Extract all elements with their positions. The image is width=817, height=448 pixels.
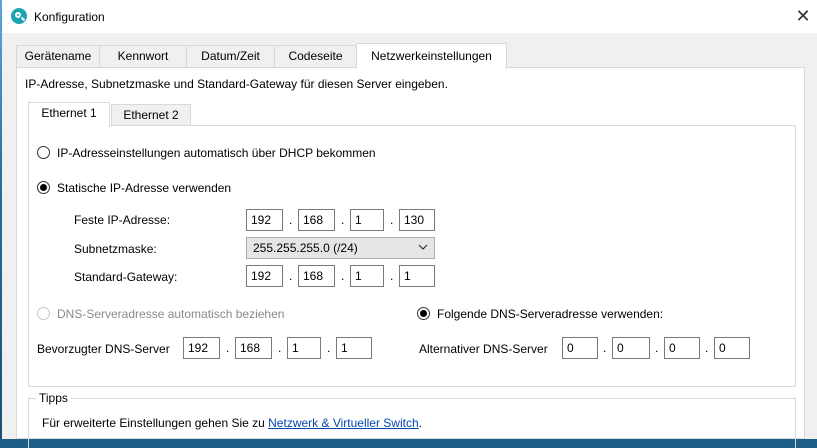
subnet-label: Subnetzmaske:	[74, 242, 157, 256]
preferred-dns-label: Bevorzugter DNS-Server	[37, 342, 170, 356]
app-logo-icon	[11, 8, 27, 24]
title-bar: Konfiguration ✕	[2, 0, 817, 33]
tab-codeseite[interactable]: Codeseite	[274, 45, 357, 67]
dns-auto-radio[interactable]	[37, 307, 50, 320]
tips-text-suffix: .	[418, 416, 422, 430]
separator-dot: .	[327, 341, 331, 355]
tips-title: Tipps	[36, 391, 71, 405]
preferred-dns-octet-2[interactable]: 168	[235, 337, 272, 359]
tips-text-prefix: Für erweiterte Einstellungen gehen Sie z…	[42, 416, 269, 430]
dns-manual-radio[interactable]	[417, 307, 430, 320]
static-ip-label: Statische IP-Adresse verwenden	[57, 181, 232, 195]
alternate-dns-octet-3[interactable]: 0	[664, 337, 700, 359]
alternate-dns-octet-1[interactable]: 0	[562, 337, 598, 359]
dns-auto-label: DNS-Serveradresse automatisch beziehen	[57, 307, 285, 321]
gateway-octet-4[interactable]: 1	[399, 265, 435, 287]
separator-dot: .	[603, 341, 607, 355]
fixed-ip-octet-3[interactable]: 1	[350, 209, 384, 231]
separator-dot: .	[289, 269, 293, 283]
subnet-value: 255.255.255.0 (/24)	[253, 241, 358, 255]
tab-geraetename[interactable]: Gerätename	[16, 45, 100, 67]
chevron-down-icon	[418, 244, 428, 250]
alternate-dns-octet-4[interactable]: 0	[714, 337, 750, 359]
dhcp-radio[interactable]	[37, 146, 50, 159]
alternate-dns-label: Alternativer DNS-Server	[419, 342, 548, 356]
separator-dot: .	[390, 269, 394, 283]
separator-dot: .	[390, 213, 394, 227]
preferred-dns-octet-1[interactable]: 192	[183, 337, 220, 359]
dhcp-label: IP-Adresseinstellungen automatisch über …	[57, 146, 376, 160]
tips-text: Für erweiterte Einstellungen gehen Sie z…	[42, 416, 422, 430]
close-icon[interactable]: ✕	[791, 4, 815, 28]
dns-manual-label: Folgende DNS-Serveradresse verwenden:	[437, 307, 664, 321]
separator-dot: .	[705, 341, 709, 355]
static-ip-radio[interactable]	[37, 181, 50, 194]
gateway-octet-3[interactable]: 1	[350, 265, 384, 287]
fixed-ip-octet-4[interactable]: 130	[399, 209, 435, 231]
panel-description: IP-Adresse, Subnetzmaske und Standard-Ga…	[25, 77, 448, 91]
separator-dot: .	[226, 341, 230, 355]
preferred-dns-octet-3[interactable]: 1	[287, 337, 321, 359]
gateway-octet-2[interactable]: 168	[298, 265, 335, 287]
configuration-dialog: Konfiguration ✕ Gerätename Kennwort Datu…	[2, 0, 817, 448]
subnet-select[interactable]: 255.255.255.0 (/24)	[246, 237, 435, 259]
separator-dot: .	[341, 269, 345, 283]
tab-ethernet-2[interactable]: Ethernet 2	[111, 104, 191, 126]
tab-ethernet-1[interactable]: Ethernet 1	[28, 102, 110, 127]
alternate-dns-octet-2[interactable]: 0	[612, 337, 650, 359]
separator-dot: .	[655, 341, 659, 355]
preferred-dns-octet-4[interactable]: 1	[336, 337, 372, 359]
tab-kennwort[interactable]: Kennwort	[99, 45, 187, 67]
tab-datum-zeit[interactable]: Datum/Zeit	[186, 45, 275, 67]
window-title: Konfiguration	[34, 10, 105, 24]
tab-netzwerkeinstellungen[interactable]: Netzwerkeinstellungen	[356, 43, 507, 69]
separator-dot: .	[278, 341, 282, 355]
separator-dot: .	[289, 213, 293, 227]
fixed-ip-label: Feste IP-Adresse:	[74, 213, 171, 227]
fixed-ip-octet-1[interactable]: 192	[246, 209, 283, 231]
network-switch-link[interactable]: Netzwerk & Virtueller Switch	[268, 416, 419, 430]
separator-dot: .	[341, 213, 345, 227]
fixed-ip-octet-2[interactable]: 168	[298, 209, 335, 231]
gateway-label: Standard-Gateway:	[74, 270, 178, 284]
gateway-octet-1[interactable]: 192	[246, 265, 283, 287]
